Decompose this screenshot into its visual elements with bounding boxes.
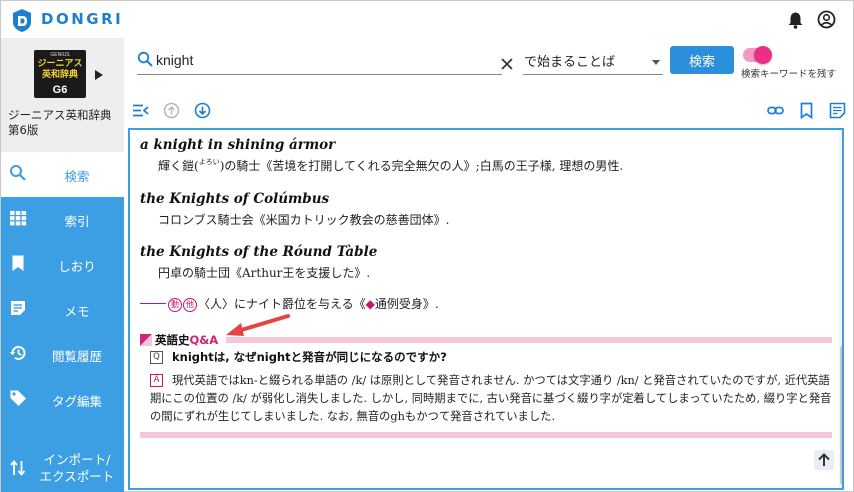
qa-heading: 英語史Q&A [155, 332, 218, 348]
sidebar-item-bookmarks[interactable]: しおり [1, 242, 125, 287]
phrase-heading: the Knights of Colúmbus [140, 191, 330, 207]
scrollbar-thumb[interactable] [840, 345, 842, 485]
search-bar [137, 45, 513, 75]
qa-answer: 現代英語ではkn-と綴られる単語の /k/ は原則として発音されません. かつて… [150, 374, 832, 423]
phrase-heading: the Knights of the Róund Tàble [140, 244, 378, 260]
search-icon [10, 165, 26, 181]
top-bar: DONGRI [0, 0, 854, 38]
tag-icon [10, 390, 26, 406]
sidebar-item-tag-edit[interactable]: タグ編集 [1, 377, 125, 422]
qa-bottom-band [140, 432, 832, 438]
search-mode-select[interactable]: で始まることば [523, 45, 663, 75]
phrase-definition: コロンブス騎士会《米国カトリック教会の慈善団体》. [158, 213, 450, 227]
up-circle-icon[interactable] [163, 102, 180, 119]
qa-flag-icon [140, 334, 152, 346]
derivation-note: 通例受身》. [374, 297, 439, 311]
phrase-heading: a knight in shining ármor [140, 137, 336, 153]
clear-icon[interactable] [500, 57, 514, 71]
sidebar-item-label-line1: インポート/ [43, 452, 111, 467]
sidebar-item-import-export[interactable]: インポート/ エクスポート [1, 445, 125, 490]
sidebar-item-label: インポート/ エクスポート [29, 451, 125, 485]
memo-icon [11, 301, 25, 315]
definition-ruby: よろい [198, 158, 220, 166]
sidebar: GENIUS ジーニアス英和辞典 G6 ジーニアス英和辞典第6版 検索 索引 し… [0, 38, 125, 492]
dictionary-cover[interactable]: GENIUS ジーニアス英和辞典 G6 [34, 50, 86, 98]
link-icon[interactable] [767, 102, 784, 119]
sidebar-item-label: タグ編集 [51, 394, 102, 409]
chevron-down-icon [652, 60, 660, 65]
phrase-definition: 輝く鎧(よろい)の騎士《苦境を打開してくれる完全無欠の人》;白馬の王子様, 理想… [158, 157, 623, 174]
sidebar-item-memo[interactable]: メモ [1, 287, 125, 332]
collapse-icon[interactable] [132, 102, 149, 119]
dongri-logo-icon [13, 9, 31, 32]
main-panel: で始まることば 検索 検索キーワードを残す a knight in shinin… [124, 38, 854, 492]
definition-text: 輝く鎧( [158, 159, 199, 173]
down-circle-icon[interactable] [194, 102, 211, 119]
keep-keyword-label: 検索キーワードを残す [741, 69, 837, 80]
qa-heading-tag: Q&A [189, 333, 219, 347]
qa-top-band [226, 337, 832, 343]
scroll-to-top-icon[interactable] [814, 450, 834, 470]
diamond-icon: ◆ [365, 297, 375, 311]
dictionary-name: ジーニアス英和辞典第6版 [8, 108, 112, 137]
question-label: Q [150, 351, 163, 364]
phrase-definition: 円卓の騎士団《Arthur王を支援した》. [158, 266, 371, 280]
dictionary-expand-icon[interactable] [95, 70, 103, 80]
search-mode-value: で始まることば [524, 55, 616, 70]
definition-text: )の騎士《苦境を打開してくれる完全無欠の人》;白馬の王子様, 理想の男性. [219, 159, 624, 173]
cover-title: ジーニアス英和辞典 [37, 59, 83, 80]
cover-version: G6 [52, 84, 68, 96]
grid-icon [10, 211, 27, 226]
pos-badge-transitive: 他 [183, 298, 197, 312]
sidebar-item-search[interactable]: 検索 [1, 152, 125, 197]
bell-icon[interactable] [787, 11, 804, 29]
entry-content: a knight in shining ármor 輝く鎧(よろい)の騎士《苦境… [128, 128, 844, 490]
memo-outline-icon[interactable] [829, 102, 846, 119]
sidebar-item-label: メモ [64, 304, 90, 319]
sidebar-item-label: 検索 [64, 169, 90, 184]
qa-heading-label: 英語史 [155, 333, 190, 347]
search-icon [137, 51, 153, 67]
sidebar-item-label: しおり [58, 259, 96, 274]
history-icon [9, 345, 26, 360]
sidebar-item-history[interactable]: 閲覧履歴 [1, 332, 125, 377]
search-button[interactable]: 検索 [670, 46, 734, 74]
bookmark-outline-icon[interactable] [798, 102, 815, 119]
sidebar-item-label: 閲覧履歴 [51, 349, 102, 364]
bookmark-icon [12, 255, 24, 271]
sidebar-item-label: 索引 [64, 214, 90, 229]
import-export-icon [10, 460, 26, 476]
annotation-arrow-icon [226, 314, 290, 336]
derivation-text: 〈人〉にナイト爵位を与える《 [198, 297, 366, 311]
search-input[interactable] [156, 49, 486, 71]
derivation-dash [140, 303, 166, 304]
pos-badge-verb: 動 [168, 298, 182, 312]
qa-question: knightは, なぜnightと発音が同じになるのですか? [172, 350, 447, 364]
keep-keyword-toggle-knob[interactable] [754, 46, 772, 64]
account-icon[interactable] [817, 10, 836, 29]
app-logo-text: DONGRI [41, 10, 124, 28]
sidebar-item-label-line2: エクスポート [39, 469, 115, 484]
dictionary-selector[interactable]: GENIUS ジーニアス英和辞典 G6 ジーニアス英和辞典第6版 [1, 38, 125, 152]
cover-series: GENIUS [50, 52, 70, 58]
sidebar-item-index[interactable]: 索引 [1, 197, 125, 242]
